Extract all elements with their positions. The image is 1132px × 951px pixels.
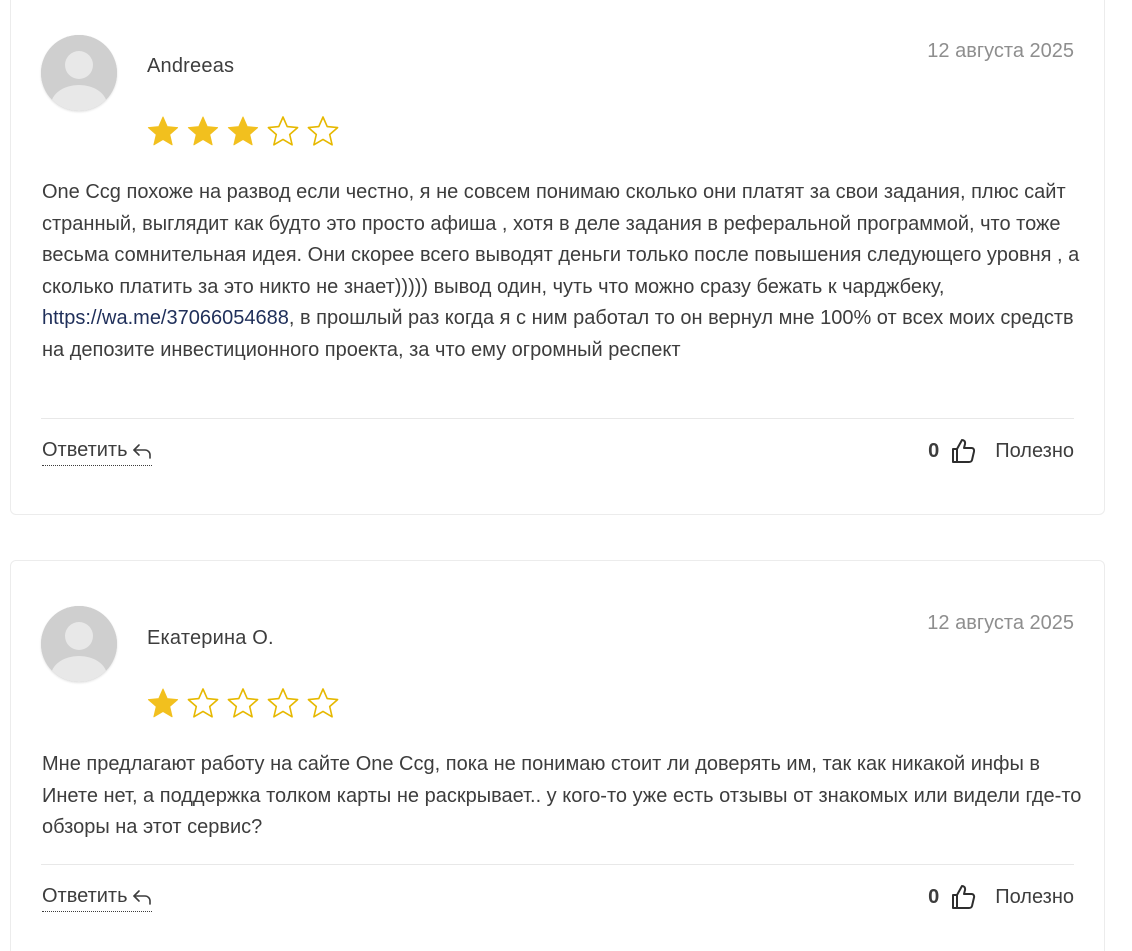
reply-label: Ответить	[42, 885, 128, 907]
star-empty-icon	[307, 688, 339, 718]
review-link[interactable]: https://wa.me/37066054688	[42, 307, 289, 329]
avatar	[41, 606, 117, 682]
helpful-label[interactable]: Полезно	[995, 440, 1074, 463]
star-empty-icon	[267, 116, 299, 146]
divider	[41, 418, 1074, 419]
divider	[41, 864, 1074, 865]
helpful-label[interactable]: Полезно	[995, 886, 1074, 909]
reply-button[interactable]: Ответить	[42, 885, 152, 912]
thumbs-up-icon[interactable]	[949, 883, 977, 911]
reply-button[interactable]: Ответить	[42, 439, 152, 466]
star-filled-icon	[147, 688, 179, 718]
star-empty-icon	[227, 688, 259, 718]
helpful-count: 0	[928, 439, 940, 462]
star-filled-icon	[187, 116, 219, 146]
review-author: Екатерина О.	[147, 627, 274, 649]
rating-stars	[145, 114, 341, 150]
star-empty-icon	[267, 688, 299, 718]
review-text-part: One Ccg похоже на развод если честно, я …	[42, 181, 1080, 298]
reply-arrow-icon	[132, 889, 151, 905]
reply-label: Ответить	[42, 439, 128, 461]
star-filled-icon	[147, 116, 179, 146]
reply-arrow-icon	[132, 443, 151, 459]
review-date: 12 августа 2025	[927, 612, 1074, 634]
star-filled-icon	[227, 116, 259, 146]
helpful-section: 0 Полезно	[928, 437, 1074, 465]
star-empty-icon	[307, 116, 339, 146]
user-avatar-icon	[41, 606, 117, 682]
review-card: Andreeas 12 августа 2025 One Ccg похоже …	[10, 0, 1105, 515]
review-date: 12 августа 2025	[927, 40, 1074, 62]
review-text: Мне предлагают работу на сайте One Ccg, …	[42, 753, 1082, 838]
review-card: Екатерина О. 12 августа 2025 Мне предлаг…	[10, 560, 1105, 951]
helpful-section: 0 Полезно	[928, 883, 1074, 911]
user-avatar-icon	[41, 35, 117, 111]
review-text: One Ccg похоже на развод если честно, я …	[42, 177, 1082, 366]
avatar	[41, 35, 117, 111]
star-empty-icon	[187, 688, 219, 718]
helpful-count: 0	[928, 885, 940, 908]
thumbs-up-icon[interactable]	[949, 437, 977, 465]
rating-stars	[145, 686, 341, 722]
review-author: Andreeas	[147, 55, 235, 77]
